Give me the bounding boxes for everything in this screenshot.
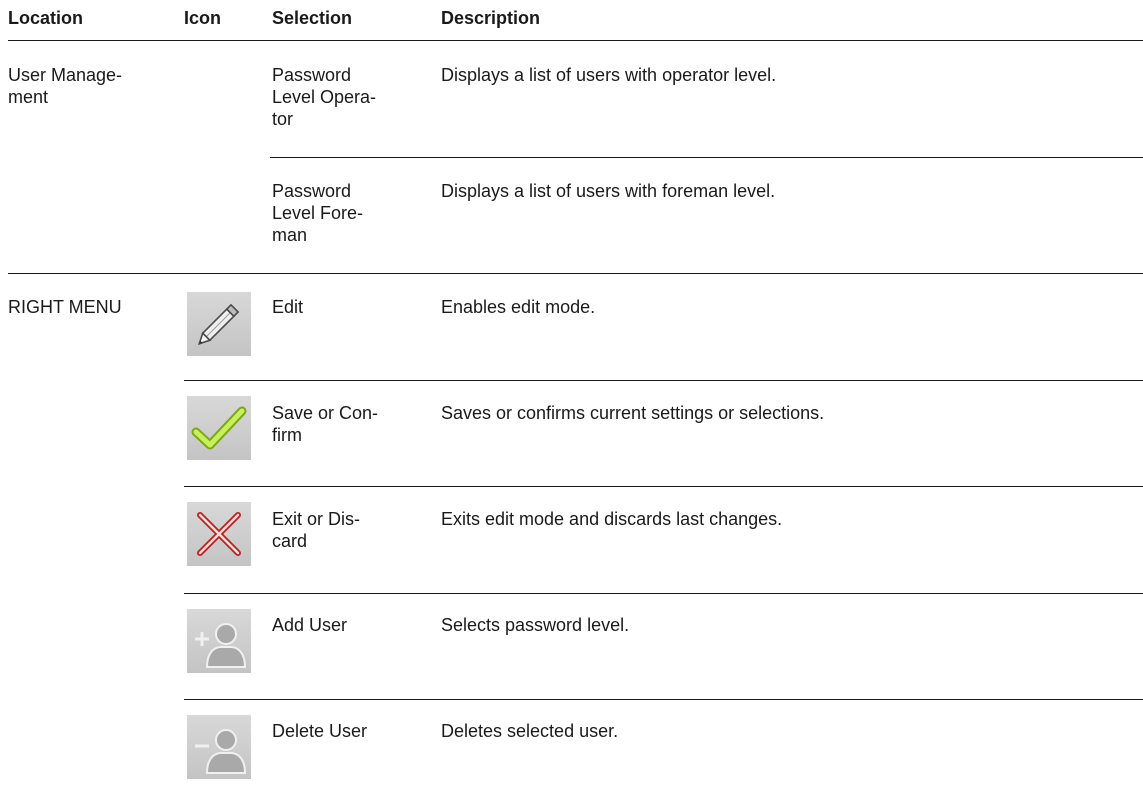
description-exit-or-discard: Exits edit mode and discards last change… [441, 509, 783, 529]
pencil-icon [187, 292, 251, 356]
row-divider [184, 593, 1143, 594]
description-password-level-foreman: Displays a list of users with foreman le… [441, 181, 776, 201]
header-icon: Icon [184, 8, 222, 28]
description-add-user: Selects password level. [441, 615, 630, 635]
location-right-menu: RIGHT MENU [8, 297, 122, 317]
selection-add-user: Add User [272, 615, 348, 635]
row-divider [184, 486, 1143, 487]
function-table: Location Icon Selection Description User… [8, 0, 1143, 801]
selection-password-level-operator: Password Level Opera- tor [272, 65, 377, 129]
header-description: Description [441, 8, 541, 28]
row-divider [270, 157, 1143, 158]
selection-save-or-confirm: Save or Con- firm [272, 403, 379, 445]
table-header: Location Icon Selection Description [8, 0, 1143, 40]
header-location: Location [8, 8, 83, 28]
description-password-level-operator: Displays a list of users with operator l… [441, 65, 777, 85]
selection-delete-user: Delete User [272, 721, 368, 741]
description-delete-user: Deletes selected user. [441, 721, 619, 741]
group-divider [8, 273, 1143, 274]
location-user-management: User Manage- ment [8, 65, 123, 107]
delete-user-icon [187, 715, 251, 779]
header-selection: Selection [272, 8, 353, 28]
selection-exit-or-discard: Exit or Dis- card [272, 509, 361, 551]
description-edit: Enables edit mode. [441, 297, 596, 317]
description-save-or-confirm: Saves or confirms current settings or se… [441, 403, 825, 423]
checkmark-icon [187, 396, 251, 460]
row-divider [184, 380, 1143, 381]
selection-password-level-foreman: Password Level Fore- man [272, 181, 364, 245]
cross-icon [187, 502, 251, 566]
selection-edit: Edit [272, 297, 304, 317]
header-rule [8, 40, 1143, 41]
row-divider [184, 699, 1143, 700]
add-user-icon [187, 609, 251, 673]
